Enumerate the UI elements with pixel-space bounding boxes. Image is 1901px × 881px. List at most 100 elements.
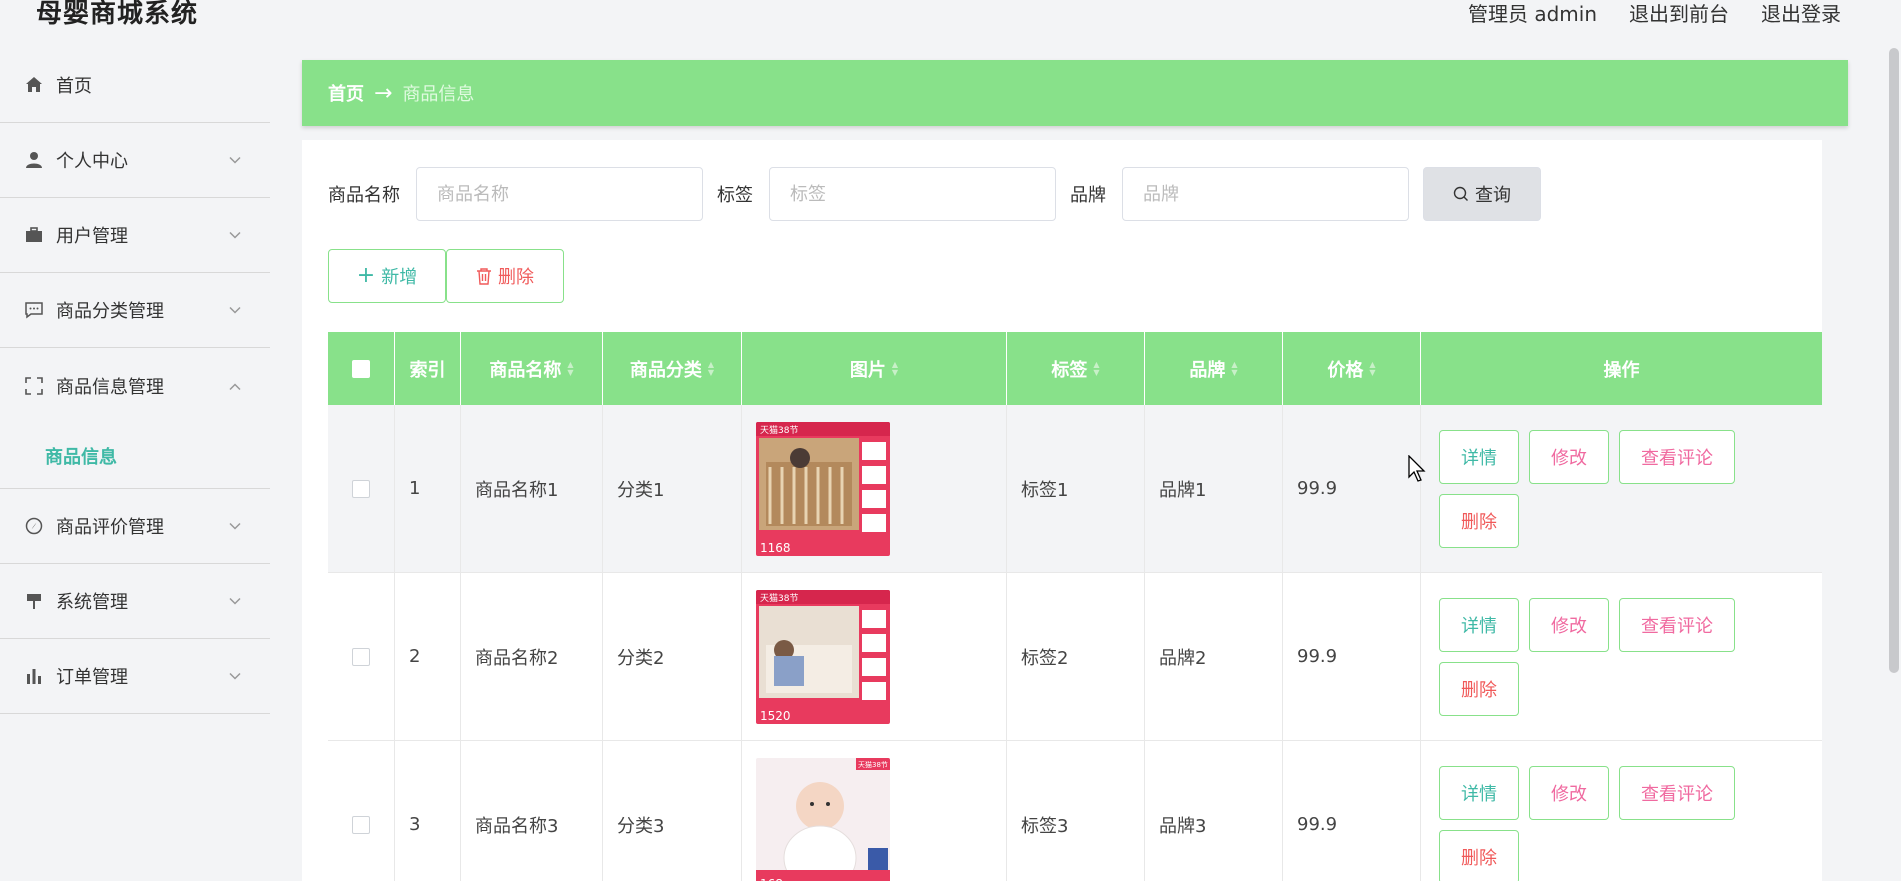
edit-button[interactable]: 修改 bbox=[1529, 429, 1609, 484]
header-label: 操作 bbox=[1603, 359, 1640, 381]
edit-button[interactable]: 修改 bbox=[1529, 597, 1609, 652]
header-tag[interactable]: 标签 ▲ ▼ bbox=[1007, 332, 1145, 405]
sidebar-item-users[interactable]: 用户管理 bbox=[0, 198, 270, 273]
main-area: 首页 → 商品信息 商品名称 标签 品牌 查询 + 新增 bbox=[302, 60, 1848, 881]
row-checkbox[interactable] bbox=[352, 479, 370, 498]
delete-button[interactable]: 删除 bbox=[1439, 661, 1519, 716]
detail-button[interactable]: 详情 bbox=[1439, 597, 1519, 652]
header-brand[interactable]: 品牌 ▲ ▼ bbox=[1145, 332, 1283, 405]
sidebar-item-review[interactable]: 商品评价管理 bbox=[0, 489, 270, 564]
sidebar-item-system[interactable]: 系统管理 bbox=[0, 564, 270, 639]
edit-button[interactable]: 修改 bbox=[1529, 765, 1609, 820]
header-label: 标签 bbox=[1051, 359, 1088, 381]
add-button[interactable]: + 新增 bbox=[328, 249, 446, 303]
cell-category: 分类1 bbox=[603, 405, 742, 572]
briefcase-icon bbox=[24, 225, 44, 245]
row-select-cell bbox=[328, 573, 395, 740]
home-icon bbox=[24, 75, 44, 95]
row-checkbox[interactable] bbox=[352, 815, 370, 834]
cell-name: 商品名称1 bbox=[461, 405, 603, 572]
detail-button[interactable]: 详情 bbox=[1439, 429, 1519, 484]
chevron-down-icon bbox=[228, 666, 242, 687]
sidebar-item-profile[interactable]: 个人中心 bbox=[0, 123, 270, 198]
user-icon bbox=[24, 150, 44, 170]
app-title: 母婴商城系统 bbox=[36, 0, 199, 29]
chevron-down-icon bbox=[228, 225, 242, 246]
add-button-label: 新增 bbox=[381, 267, 418, 288]
sidebar-item-home[interactable]: 首页 bbox=[0, 48, 270, 123]
chevron-down-icon bbox=[228, 150, 242, 171]
breadcrumb-current: 商品信息 bbox=[402, 84, 475, 105]
sidebar-subitem-product-info[interactable]: 商品信息 bbox=[0, 423, 270, 489]
view-reviews-button[interactable]: 查看评论 bbox=[1619, 429, 1735, 484]
sort-icon[interactable]: ▲ ▼ bbox=[1093, 360, 1099, 377]
header-name[interactable]: 商品名称 ▲ ▼ bbox=[461, 332, 603, 405]
page-scrollbar-thumb[interactable] bbox=[1889, 48, 1899, 673]
sidebar-item-orders[interactable]: 订单管理 bbox=[0, 639, 270, 714]
sidebar-item-product-info[interactable]: 商品信息管理 bbox=[0, 348, 270, 423]
delete-button[interactable]: 删除 bbox=[1439, 493, 1519, 548]
sidebar: 首页 个人中心 用户管理 商品分类管理 商品信息管理 商品信息 商品评价管理 系… bbox=[0, 48, 270, 714]
header-label: 品牌 bbox=[1189, 359, 1226, 381]
cell-name: 商品名称2 bbox=[461, 573, 603, 740]
cell-brand: 品牌3 bbox=[1145, 741, 1283, 881]
cell-tag: 标签1 bbox=[1007, 405, 1145, 572]
logout-link[interactable]: 退出登录 bbox=[1761, 0, 1841, 27]
scan-icon bbox=[24, 376, 44, 396]
breadcrumb: 首页 → 商品信息 bbox=[302, 60, 1848, 126]
batch-delete-button[interactable]: 删除 bbox=[446, 249, 564, 303]
header-price[interactable]: 价格 ▲ ▼ bbox=[1283, 332, 1421, 405]
sort-icon[interactable]: ▲ ▼ bbox=[1369, 360, 1375, 377]
brand-input[interactable] bbox=[1122, 167, 1409, 221]
header-index: 索引 bbox=[395, 332, 461, 405]
header-category[interactable]: 商品分类 ▲ ▼ bbox=[603, 332, 742, 405]
sort-icon[interactable]: ▲ ▼ bbox=[892, 360, 898, 377]
cell-tag: 标签2 bbox=[1007, 573, 1145, 740]
admin-label: 管理员 admin bbox=[1467, 2, 1597, 26]
product-name-label: 商品名称 bbox=[328, 185, 400, 206]
view-reviews-button[interactable]: 查看评论 bbox=[1619, 597, 1735, 652]
bar-chart-icon bbox=[24, 666, 44, 686]
sort-icon[interactable]: ▲ ▼ bbox=[708, 360, 714, 377]
cell-brand: 品牌2 bbox=[1145, 573, 1283, 740]
query-button[interactable]: 查询 bbox=[1423, 167, 1541, 221]
detail-button[interactable]: 详情 bbox=[1439, 765, 1519, 820]
chevron-down-icon bbox=[228, 591, 242, 612]
sort-icon[interactable]: ▲ ▼ bbox=[1231, 360, 1237, 377]
sidebar-item-label: 商品分类管理 bbox=[56, 301, 164, 322]
sidebar-item-label: 订单管理 bbox=[56, 667, 128, 688]
trash-icon bbox=[476, 267, 492, 285]
tag-input[interactable] bbox=[769, 167, 1056, 221]
product-name-input[interactable] bbox=[416, 167, 703, 221]
sidebar-item-label: 用户管理 bbox=[56, 226, 128, 247]
sort-icon[interactable]: ▲ ▼ bbox=[567, 360, 573, 377]
product-table: 索引 商品名称 ▲ ▼ 商品分类 ▲ ▼ 图片 ▲ ▼ 标签 ▲ ▼ 品牌 ▲ ▼ 价格 ▲ ▼ 操作 … bbox=[328, 332, 1822, 881]
header-label: 商品名称 bbox=[489, 359, 562, 381]
sidebar-item-label: 商品信息管理 bbox=[56, 376, 164, 398]
view-reviews-button[interactable]: 查看评论 bbox=[1619, 765, 1735, 820]
header-label: 图片 bbox=[849, 359, 886, 381]
header-select-all[interactable] bbox=[328, 332, 395, 405]
cell-ops: 详情 修改 查看评论 删除 bbox=[1421, 573, 1822, 740]
breadcrumb-home[interactable]: 首页 bbox=[328, 80, 364, 106]
header-image[interactable]: 图片 ▲ ▼ bbox=[742, 332, 1007, 405]
sidebar-item-label: 个人中心 bbox=[56, 151, 128, 172]
header-label: 商品分类 bbox=[629, 359, 702, 381]
select-all-checkbox[interactable] bbox=[352, 359, 370, 378]
to-front-link[interactable]: 退出到前台 bbox=[1629, 0, 1729, 27]
sidebar-item-category[interactable]: 商品分类管理 bbox=[0, 273, 270, 348]
content-panel: 商品名称 标签 品牌 查询 + 新增 删除 bbox=[302, 140, 1822, 881]
cell-image: 天猫38节 1520 bbox=[742, 573, 1007, 740]
cell-image: 天猫38节 1168 bbox=[742, 405, 1007, 572]
search-icon bbox=[1453, 186, 1469, 202]
query-button-label: 查询 bbox=[1475, 185, 1511, 206]
cell-price: 99.9 bbox=[1283, 741, 1421, 881]
cell-category: 分类2 bbox=[603, 573, 742, 740]
chat-icon bbox=[24, 300, 44, 320]
image-price: 1168 bbox=[760, 541, 791, 555]
cell-image: 天猫38节 168 bbox=[742, 741, 1007, 881]
delete-button[interactable]: 删除 bbox=[1439, 829, 1519, 881]
cell-index: 1 bbox=[395, 405, 461, 572]
row-checkbox[interactable] bbox=[352, 647, 370, 666]
cell-brand: 品牌1 bbox=[1145, 405, 1283, 572]
